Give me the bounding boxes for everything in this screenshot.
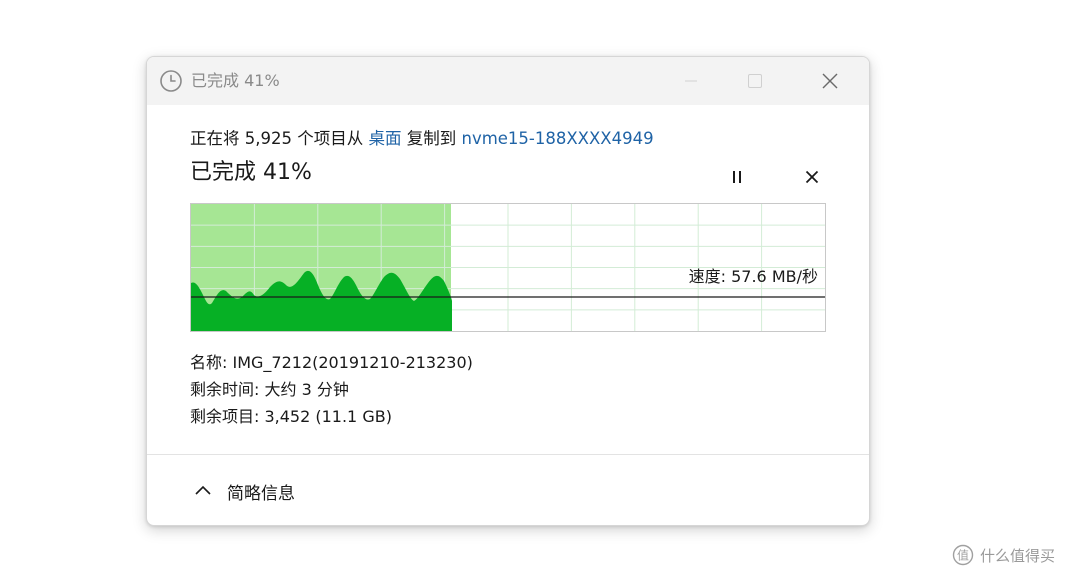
pause-icon [733,171,741,183]
progress-percent-label: 已完成 41% [190,160,312,185]
file-copy-dialog: 已完成 41% 正在将 5,925 个项目从 桌面 复制到 nvme15-188… [146,56,870,526]
close-icon [822,73,838,89]
maximize-icon [748,74,762,88]
source-folder-link[interactable]: 桌面 [368,129,401,148]
title-bar[interactable]: 已完成 41% [147,57,869,105]
watermark-text: 什么值得买 [980,546,1056,565]
file-name-label: 名称: IMG_7212(20191210-213230) [190,353,473,372]
watermark-logo-icon: 值 [952,544,974,566]
time-remaining-label: 剩余时间: 大约 3 分钟 [190,380,349,399]
copy-status-middle: 复制到 [401,129,462,148]
fewer-details-label: 简略信息 [227,483,295,504]
close-icon [805,170,819,184]
copy-status-line: 正在将 5,925 个项目从 桌面 复制到 nvme15-188XXXX4949 [190,127,654,151]
transfer-speed-graph: 速度: 57.6 MB/秒 [190,203,826,332]
minimize-icon [685,80,697,82]
minimize-button[interactable] [661,57,721,105]
items-remaining-label: 剩余项目: 3,452 (11.1 GB) [190,407,392,426]
maximize-button[interactable] [725,57,785,105]
footer-divider [147,454,869,455]
watermark: 值 什么值得买 [952,543,1055,567]
destination-folder-link[interactable]: nvme15-188XXXX4949 [461,129,653,148]
cancel-copy-button[interactable] [792,161,832,193]
speed-label: 速度: 57.6 MB/秒 [688,267,818,286]
svg-text:值: 值 [957,548,969,563]
clock-icon [160,70,182,92]
fewer-details-button[interactable]: 简略信息 [193,477,295,505]
copy-status-prefix: 正在将 5,925 个项目从 [190,129,369,148]
pause-button[interactable] [717,161,757,193]
window-close-button[interactable] [800,57,860,105]
chevron-up-icon [195,485,211,495]
window-title: 已完成 41% [191,71,280,90]
